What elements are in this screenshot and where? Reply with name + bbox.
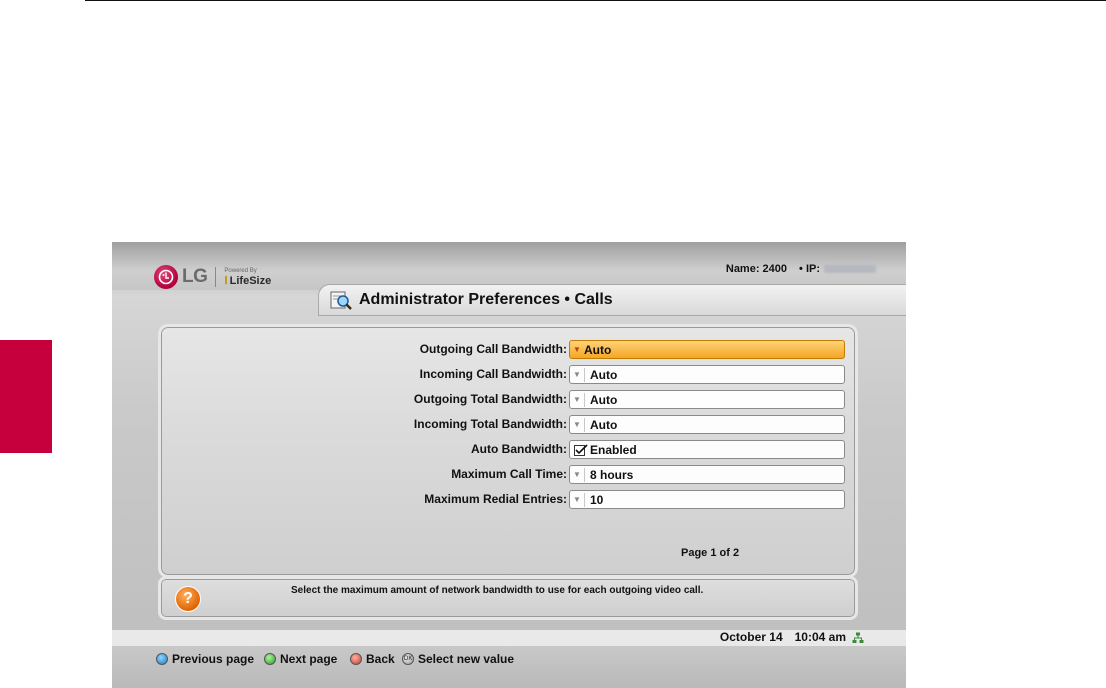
setting-value: Auto: [590, 367, 618, 382]
auto-bandwidth-checkbox[interactable]: Enabled: [569, 440, 845, 459]
question-icon: ?: [175, 586, 201, 612]
setting-value: Enabled: [590, 442, 637, 457]
ip-label: • IP:: [799, 263, 820, 275]
nav-label: Previous page: [172, 652, 255, 666]
setting-row-maximum-redial-entries: Maximum Redial Entries: ▼ 10: [161, 490, 855, 510]
setting-value: 10: [590, 492, 604, 507]
ok-button-icon: OK: [402, 653, 414, 665]
date-time: October 14 10:04 am: [720, 630, 846, 644]
setting-row-outgoing-call-bandwidth: Outgoing Call Bandwidth: ▼ Auto: [161, 340, 855, 360]
setting-row-incoming-total-bandwidth: Incoming Total Bandwidth: ▼ Auto: [161, 415, 855, 435]
chapter-tab: [0, 340, 52, 453]
time-text: 10:04 am: [794, 630, 846, 644]
help-text: Select the maximum amount of network ban…: [291, 585, 704, 596]
network-icon: [852, 632, 864, 643]
settings-panel: Outgoing Call Bandwidth: ▼ Auto Incoming…: [158, 324, 858, 578]
setting-row-auto-bandwidth: Auto Bandwidth: Enabled: [161, 440, 855, 460]
green-button-icon: [264, 653, 276, 665]
setting-value: 8 hours: [590, 467, 634, 482]
maximum-redial-entries-select[interactable]: ▼ 10: [569, 490, 845, 509]
system-info: Name: 2400 • IP:: [726, 263, 876, 275]
blue-button-icon: [156, 653, 168, 665]
nav-label: Next page: [280, 652, 338, 666]
setting-row-maximum-call-time: Maximum Call Time: ▼ 8 hours: [161, 465, 855, 485]
page-indicator: Page 1 of 2: [681, 547, 740, 559]
setting-value: Auto: [590, 417, 618, 432]
incoming-total-bandwidth-select[interactable]: ▼ Auto: [569, 415, 845, 434]
system-name: Name: 2400: [725, 263, 788, 275]
dropdown-arrow-icon: ▼: [573, 495, 581, 504]
select-new-value-button[interactable]: OK Select new value: [402, 652, 514, 666]
lg-logo-icon: [154, 265, 178, 289]
checkmark-icon: [574, 443, 588, 456]
setting-label: Maximum Call Time:: [451, 467, 567, 481]
setting-row-outgoing-total-bandwidth: Outgoing Total Bandwidth: ▼ Auto: [161, 390, 855, 410]
status-bar: October 14 10:04 am: [112, 630, 906, 646]
maximum-call-time-select[interactable]: ▼ 8 hours: [569, 465, 845, 484]
remote-nav-bar: Previous page Next page Back OK Select n…: [112, 646, 906, 688]
lifesize-wordmark: LifeSize: [229, 274, 272, 287]
dropdown-arrow-icon: ▼: [573, 420, 581, 429]
setting-label: Outgoing Call Bandwidth:: [419, 342, 567, 356]
setting-value: Auto: [584, 342, 612, 357]
logo: LG Powered By Ⅰ LifeSize: [154, 264, 271, 290]
title-bar: Administrator Preferences • Calls: [318, 284, 906, 316]
page-title: Administrator Preferences • Calls: [359, 291, 613, 308]
setting-value: Auto: [590, 392, 618, 407]
incoming-call-bandwidth-select[interactable]: ▼ Auto: [569, 365, 845, 384]
lifesize-logo: Powered By Ⅰ LifeSize: [224, 268, 271, 287]
dropdown-arrow-icon: ▼: [573, 395, 581, 404]
ip-address-redacted: [824, 265, 876, 274]
setting-label: Incoming Call Bandwidth:: [419, 367, 567, 381]
page-top-rule: [85, 0, 1106, 1]
next-page-button[interactable]: Next page: [264, 652, 337, 666]
setting-label: Auto Bandwidth:: [471, 442, 567, 456]
dropdown-arrow-icon: ▼: [573, 370, 581, 379]
previous-page-button[interactable]: Previous page: [156, 652, 254, 666]
dropdown-arrow-icon: ▼: [573, 470, 581, 479]
date-text: October 14: [719, 630, 783, 644]
dropdown-arrow-icon: ▼: [573, 345, 581, 354]
setting-label: Maximum Redial Entries:: [424, 492, 567, 506]
outgoing-total-bandwidth-select[interactable]: ▼ Auto: [569, 390, 845, 409]
tv-screen: LG Powered By Ⅰ LifeSize Name: 2400 • IP:…: [112, 242, 906, 688]
lg-wordmark: LG: [182, 266, 208, 287]
help-bar: ? Select the maximum amount of network b…: [158, 576, 858, 620]
outgoing-call-bandwidth-select[interactable]: ▼ Auto: [569, 340, 845, 359]
logo-divider: [215, 267, 217, 287]
setting-label: Outgoing Total Bandwidth:: [413, 392, 567, 406]
back-button[interactable]: Back: [350, 652, 395, 666]
nav-label: Back: [366, 652, 395, 666]
preferences-search-icon: [329, 289, 353, 311]
lifesize-mark-icon: Ⅰ: [224, 274, 228, 287]
setting-label: Incoming Total Bandwidth:: [413, 417, 567, 431]
nav-label: Select new value: [418, 652, 515, 666]
setting-row-incoming-call-bandwidth: Incoming Call Bandwidth: ▼ Auto: [161, 365, 855, 385]
red-button-icon: [350, 653, 362, 665]
